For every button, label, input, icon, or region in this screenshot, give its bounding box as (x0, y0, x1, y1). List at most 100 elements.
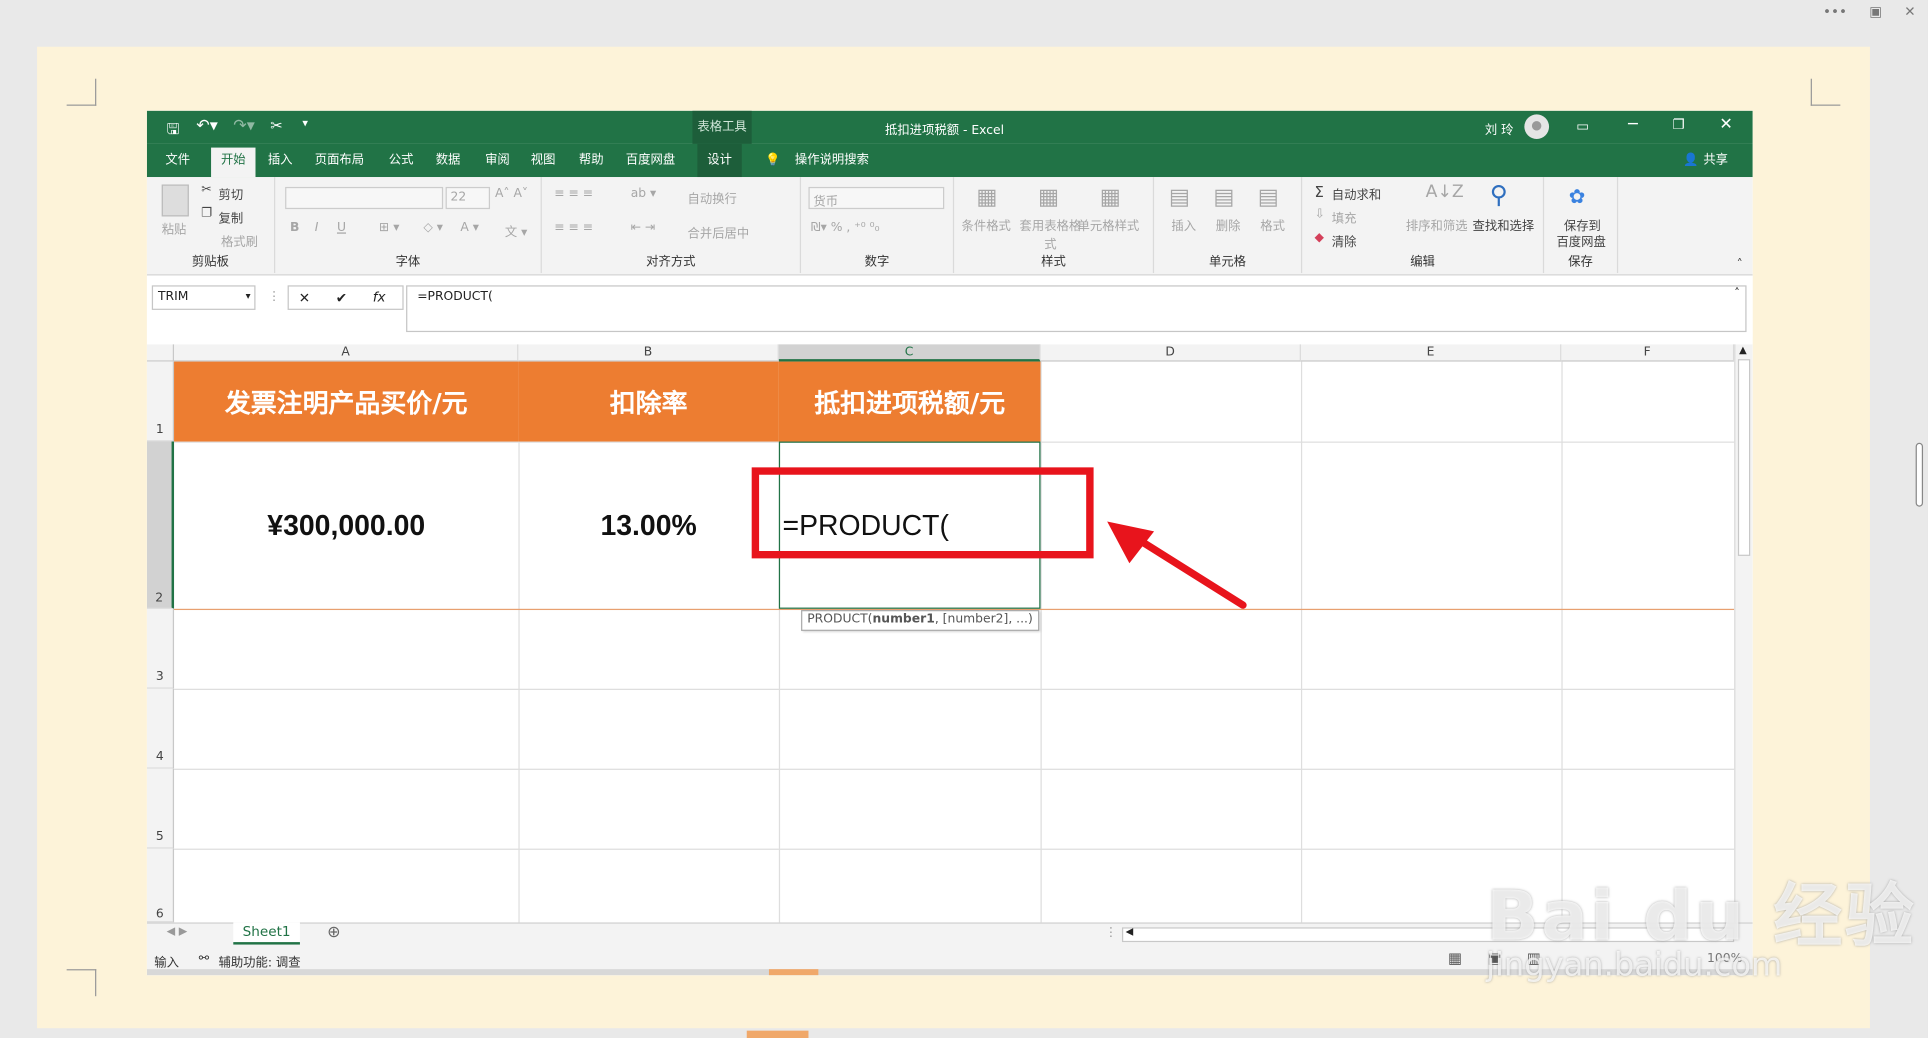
normal-view-icon[interactable]: ▦ (1448, 949, 1462, 966)
column-header-b[interactable]: B (518, 344, 779, 362)
lightbulb-icon[interactable]: 💡 (764, 144, 781, 177)
restore-icon[interactable]: ❐ (1672, 117, 1684, 133)
accounting-icon[interactable]: ₪▾ % , ⁺⁰ ⁰₀ (811, 221, 880, 235)
grow-font-icon[interactable]: A˄ A˅ (495, 187, 528, 201)
tab-review[interactable]: 审阅 (478, 144, 517, 177)
scroll-up-icon[interactable]: ▲ (1739, 344, 1747, 355)
baidu-cloud-icon[interactable]: ✿ (1569, 184, 1586, 207)
expand-formula-icon[interactable]: ˄ (1734, 288, 1740, 300)
format-cells-button[interactable]: 格式 (1260, 215, 1285, 234)
insert-cells-button[interactable]: 插入 (1171, 215, 1196, 234)
merge-center-button[interactable]: 合并后居中 (688, 223, 750, 242)
delete-cells-icon[interactable]: ▤ (1213, 184, 1234, 210)
column-header-e[interactable]: E (1300, 344, 1562, 362)
minimize-icon[interactable]: ─ (1628, 116, 1638, 134)
tab-file[interactable]: 文件 (157, 144, 199, 177)
font-color-icon[interactable]: A ▾ (460, 221, 479, 235)
cell-styles-icon[interactable]: ▦ (1100, 184, 1121, 210)
save-icon[interactable]: 🖫 (167, 118, 180, 144)
sheet-tab-sheet1[interactable]: Sheet1 (233, 922, 300, 945)
accessibility-icon[interactable]: ⚯ (199, 952, 209, 966)
row-header-4[interactable]: 4 (146, 688, 175, 769)
tab-page-layout[interactable]: 页面布局 (310, 144, 369, 177)
share-button[interactable]: 共享 (1700, 144, 1732, 177)
tab-data[interactable]: 数据 (428, 144, 467, 177)
table-format-button[interactable]: 套用表格格式 (1016, 215, 1085, 252)
wrap-text-button[interactable]: 自动换行 (688, 188, 737, 207)
fill-color-icon[interactable]: ◇ ▾ (423, 221, 443, 235)
name-box[interactable]: TRIM (151, 285, 256, 310)
column-header-d[interactable]: D (1040, 344, 1301, 362)
cut-button[interactable]: 剪切 (218, 184, 243, 203)
phonetic-icon[interactable]: 文 ▾ (505, 221, 527, 240)
bold-button[interactable]: B (290, 221, 299, 235)
number-format-select[interactable]: 货币 (808, 186, 945, 210)
more-icon[interactable]: ••• (1823, 4, 1847, 20)
redo-icon[interactable]: ↷▾ (233, 117, 255, 135)
indent-icon[interactable]: ⇤ ⇥ (631, 221, 656, 235)
find-select-button[interactable]: 查找和选择 (1473, 215, 1535, 234)
chevron-down-icon[interactable]: ▾ (246, 290, 251, 301)
row-header-1[interactable]: 1 (146, 361, 175, 442)
add-sheet-icon[interactable]: ⊕ (327, 924, 340, 942)
paste-button[interactable]: 粘贴 (162, 219, 187, 238)
conditional-format-icon[interactable]: ▦ (976, 184, 997, 210)
prev-sheet-icon[interactable]: ◀ ▶ (167, 926, 188, 938)
cell-b1[interactable]: 扣除率 (518, 361, 779, 442)
clear-button[interactable]: 清除 (1332, 231, 1357, 250)
sort-icon[interactable]: A↓Z (1426, 182, 1464, 202)
row-header-2[interactable]: 2 (146, 441, 175, 609)
tab-design[interactable]: 设计 (697, 143, 742, 178)
column-header-a[interactable]: A (174, 344, 519, 362)
cut-icon[interactable]: ✂ (201, 183, 211, 197)
autosum-icon[interactable]: Σ (1315, 183, 1324, 200)
underline-button[interactable]: U (337, 221, 346, 235)
tab-baidu-netdisk[interactable]: 百度网盘 (621, 144, 680, 177)
orientation-icon[interactable]: ab ▾ (631, 187, 657, 201)
collapse-ribbon-icon[interactable]: ˄ (1737, 258, 1743, 272)
select-all-button[interactable] (146, 344, 175, 362)
cell-a1[interactable]: 发票注明产品买价/元 (174, 361, 519, 442)
eraser-icon[interactable]: ◆ (1315, 231, 1325, 245)
column-header-f[interactable]: F (1561, 344, 1735, 362)
enter-icon[interactable]: ✔ (336, 290, 347, 306)
undo-icon[interactable]: ↶▾ (196, 117, 218, 135)
paste-icon[interactable] (161, 184, 189, 217)
customize-icon[interactable]: ▾ (302, 118, 308, 130)
cell-b2[interactable]: 13.00% (518, 442, 778, 609)
format-painter-button[interactable]: 格式刷 (221, 231, 258, 250)
border-icon[interactable]: ⊞ ▾ (379, 221, 399, 235)
italic-button[interactable]: I (315, 221, 319, 235)
tab-home[interactable]: 开始 (211, 147, 256, 178)
format-cells-icon[interactable]: ▤ (1258, 184, 1279, 210)
close-icon[interactable]: ✕ (1904, 4, 1915, 20)
fill-button[interactable]: 填充 (1332, 208, 1357, 227)
tab-help[interactable]: 帮助 (570, 144, 612, 177)
copy-icon[interactable]: ❐ (201, 207, 212, 221)
scissors-icon[interactable]: ✂ (270, 117, 282, 134)
copy-button[interactable]: 复制 (218, 208, 243, 227)
row-header-3[interactable]: 3 (146, 608, 175, 689)
row-header-5[interactable]: 5 (146, 768, 175, 849)
cell-a2[interactable]: ¥300,000.00 (174, 442, 518, 609)
tell-me-search[interactable]: 操作说明搜索 (789, 144, 875, 177)
cancel-icon[interactable]: ✕ (299, 290, 310, 306)
ribbon-display-icon[interactable]: ▭ (1576, 118, 1589, 134)
fill-icon[interactable]: ⇩ (1315, 208, 1325, 222)
vertical-scrollbar[interactable]: ▲ (1734, 344, 1753, 923)
align-top-icon[interactable]: ≡ ≡ ≡ (554, 187, 593, 201)
accessibility-status[interactable]: 辅助功能: 调查 (218, 952, 300, 971)
scroll-thumb[interactable] (1737, 359, 1751, 556)
table-format-icon[interactable]: ▦ (1038, 184, 1059, 210)
align-left-icon[interactable]: ≡ ≡ ≡ (554, 221, 593, 235)
insert-cells-icon[interactable]: ▤ (1169, 184, 1190, 210)
autosum-button[interactable]: 自动求和 (1332, 184, 1381, 203)
row-header-6[interactable]: 6 (146, 848, 175, 923)
conditional-format-button[interactable]: 条件格式 (962, 215, 1011, 234)
tab-view[interactable]: 视图 (523, 144, 562, 177)
formula-input[interactable]: =PRODUCT( (406, 285, 1747, 333)
search-icon[interactable]: ⚲ (1490, 180, 1508, 210)
delete-cells-button[interactable]: 删除 (1216, 215, 1241, 234)
scroll-left-icon[interactable]: ◀ (1126, 926, 1134, 937)
cell-c1[interactable]: 抵扣进项税额/元 (778, 361, 1041, 442)
